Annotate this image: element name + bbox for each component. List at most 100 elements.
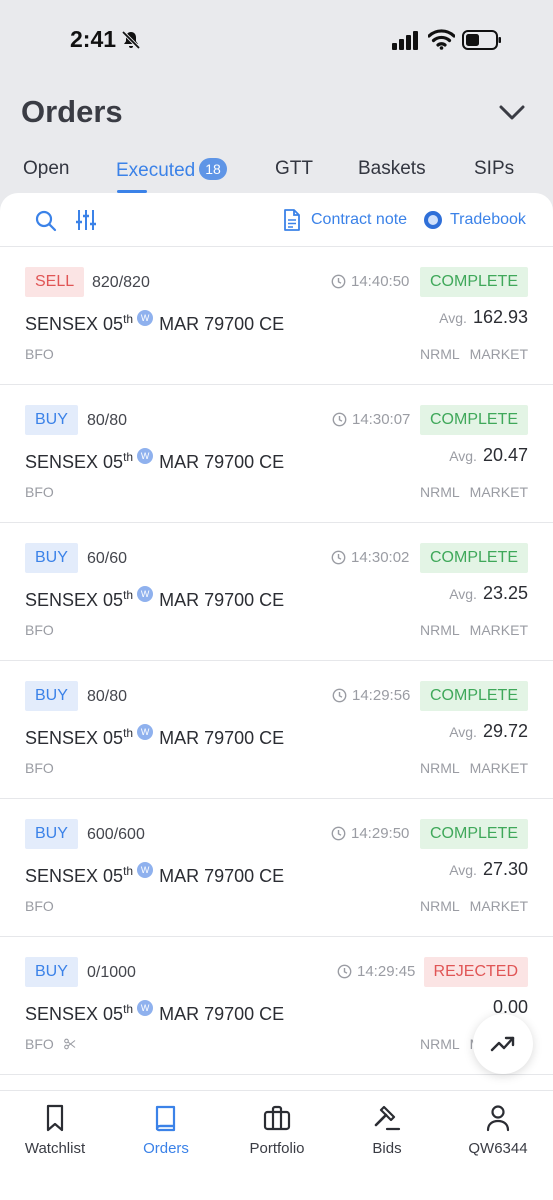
- document-icon: [284, 209, 300, 231]
- avg-label: Avg.: [449, 448, 477, 464]
- avg-value: 23.25: [482, 583, 528, 603]
- instrument-symbol: SENSEX 05: [25, 1004, 124, 1024]
- chevron-down-icon[interactable]: [497, 100, 527, 126]
- clock-icon: [331, 826, 346, 841]
- filled-quantity: 600/600: [87, 826, 145, 843]
- clock-icon: [332, 688, 347, 703]
- status-badge: COMPLETE: [419, 819, 528, 849]
- order-row[interactable]: BUY 600/600 14:29:50 COMPLETE SENSEX 05t…: [0, 799, 553, 937]
- time-text: 14:30:07: [352, 411, 411, 428]
- side-badge: BUY: [25, 957, 78, 987]
- exchange: BFO: [25, 898, 54, 914]
- exchange: BFO: [25, 622, 54, 638]
- order-row[interactable]: BUY 60/60 14:30:02 COMPLETE SENSEX 05th W…: [0, 523, 553, 661]
- avg-value: 29.72: [482, 721, 528, 741]
- avg-label: Avg.: [449, 586, 477, 602]
- status-badge: COMPLETE: [419, 267, 528, 297]
- instrument-symbol: SENSEX 05: [25, 314, 124, 334]
- order-row[interactable]: BUY 80/80 14:29:56 COMPLETE SENSEX 05th W…: [0, 661, 553, 799]
- trend-fab-button[interactable]: [473, 1014, 533, 1074]
- briefcase-icon: [263, 1105, 291, 1131]
- weekly-badge: W: [137, 310, 154, 326]
- time-text: 14:29:45: [357, 963, 416, 980]
- nav-portfolio[interactable]: Portfolio: [222, 1091, 332, 1171]
- search-icon[interactable]: [35, 210, 57, 232]
- weekly-badge: W: [137, 586, 154, 602]
- nav-account[interactable]: QW6344: [443, 1091, 553, 1171]
- order-row[interactable]: SELL 820/820 14:40:50 COMPLETE SENSEX 05…: [0, 247, 553, 385]
- tab-label: Executed: [116, 160, 196, 181]
- tab-label: Open: [23, 158, 70, 179]
- order-row[interactable]: BUY 80/80 14:30:07 COMPLETE SENSEX 05th W…: [0, 385, 553, 523]
- clock-icon: [331, 550, 346, 565]
- expiry-suffix: th: [123, 726, 134, 740]
- exchange: BFO: [25, 1036, 76, 1052]
- tab-open[interactable]: Open: [23, 158, 69, 180]
- order-type: MARKET: [469, 346, 528, 362]
- filled-quantity: 820/820: [92, 274, 150, 291]
- nav-watchlist[interactable]: Watchlist: [0, 1091, 110, 1171]
- order-time: 14:30:02: [331, 549, 409, 566]
- tab-label: GTT: [275, 158, 313, 179]
- order-type: MARKET: [469, 484, 528, 500]
- nav-bids[interactable]: Bids: [332, 1091, 442, 1171]
- order-tabs: Open Executed 18 GTT Baskets SIPs: [0, 150, 553, 194]
- tab-gtt[interactable]: GTT: [275, 158, 313, 180]
- product-info: NRML MARKET: [420, 760, 528, 776]
- order-time: 14:30:07: [332, 411, 410, 428]
- average-price: Avg. 23.25: [449, 583, 528, 604]
- exchange: BFO: [25, 484, 54, 500]
- weekly-badge: W: [137, 724, 154, 740]
- tab-sips[interactable]: SIPs: [474, 158, 514, 180]
- status-badge: REJECTED: [423, 957, 528, 987]
- nav-label: Bids: [372, 1140, 402, 1157]
- product-info: NRML MARKET: [420, 484, 528, 500]
- instrument-contract: MAR 79700 CE: [159, 1004, 285, 1024]
- nav-label: Watchlist: [24, 1140, 86, 1157]
- product-type: NRML: [419, 622, 460, 638]
- nav-orders[interactable]: Orders: [111, 1091, 221, 1171]
- orders-toolbar: Contract note Tradebook: [0, 193, 553, 247]
- instrument-contract: MAR 79700 CE: [159, 866, 285, 886]
- instrument-name: SENSEX 05th W MAR 79700 CE: [25, 862, 284, 887]
- side-badge: BUY: [25, 543, 78, 573]
- side-badge: BUY: [25, 681, 78, 711]
- instrument-symbol: SENSEX 05: [25, 452, 124, 472]
- instrument-contract: MAR 79700 CE: [159, 590, 285, 610]
- instrument-name: SENSEX 05th W MAR 79700 CE: [25, 1000, 284, 1025]
- instrument-contract: MAR 79700 CE: [159, 728, 285, 748]
- weekly-badge: W: [137, 1000, 154, 1016]
- orders-list: SELL 820/820 14:40:50 COMPLETE SENSEX 05…: [0, 247, 553, 1075]
- status-badge: COMPLETE: [419, 405, 528, 435]
- side-badge: BUY: [25, 819, 78, 849]
- instrument-name: SENSEX 05th W MAR 79700 CE: [25, 448, 284, 473]
- instrument-name: SENSEX 05th W MAR 79700 CE: [25, 586, 284, 611]
- bookmark-icon: [46, 1104, 64, 1132]
- status-badge: COMPLETE: [419, 681, 528, 711]
- exchange-text: BFO: [25, 1036, 54, 1052]
- weekly-badge: W: [137, 862, 154, 878]
- order-type: MARKET: [469, 898, 528, 914]
- bottom-nav: Watchlist Orders Portfolio Bids QW6344: [0, 1090, 553, 1200]
- avg-value: 162.93: [472, 307, 528, 327]
- count-badge: 18: [199, 158, 227, 180]
- bell-off-icon: [121, 30, 141, 50]
- instrument-contract: MAR 79700 CE: [159, 452, 285, 472]
- instrument-name: SENSEX 05th W MAR 79700 CE: [25, 310, 284, 335]
- order-row[interactable]: BUY 0/1000 14:29:45 REJECTED SENSEX 05th…: [0, 937, 553, 1075]
- nav-label: Orders: [143, 1140, 189, 1157]
- status-time: 2:41: [70, 26, 117, 52]
- tab-baskets[interactable]: Baskets: [358, 158, 426, 180]
- order-type: MARKET: [469, 760, 528, 776]
- weekly-badge: W: [137, 448, 154, 464]
- time-text: 14:29:56: [352, 687, 411, 704]
- tradebook-link[interactable]: Tradebook: [424, 208, 526, 232]
- contract-note-link[interactable]: Contract note: [283, 208, 407, 232]
- side-badge: BUY: [25, 405, 78, 435]
- filter-sliders-icon[interactable]: [75, 209, 97, 231]
- instrument-name: SENSEX 05th W MAR 79700 CE: [25, 724, 284, 749]
- tab-executed[interactable]: Executed 18: [116, 158, 227, 182]
- exchange-text: BFO: [25, 622, 54, 638]
- gavel-icon: [374, 1105, 401, 1131]
- tab-label: Baskets: [358, 158, 426, 179]
